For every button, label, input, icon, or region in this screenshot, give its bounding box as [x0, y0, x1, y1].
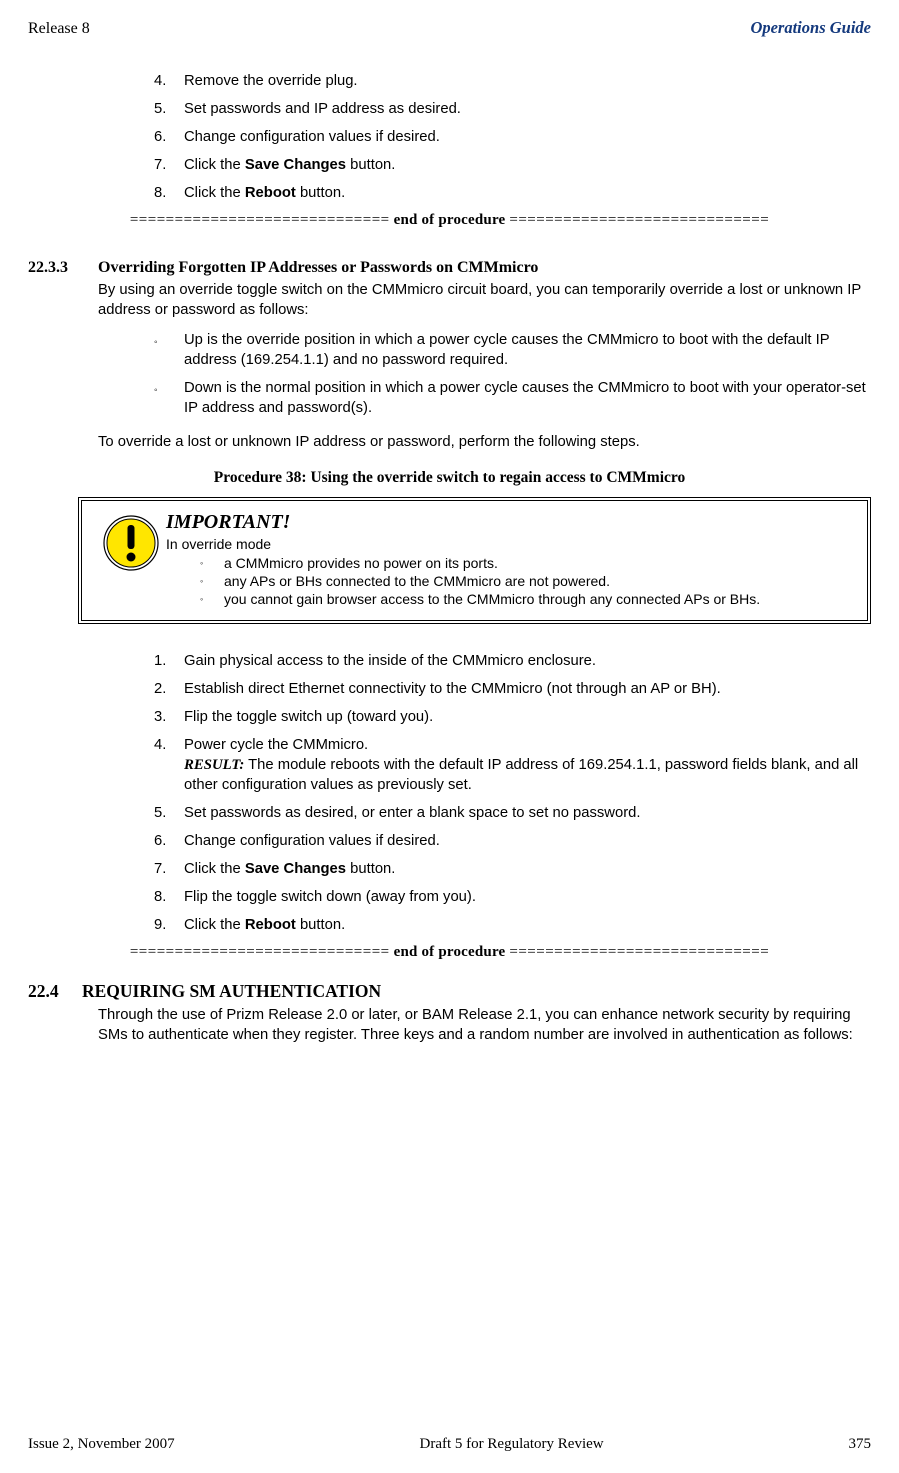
- section-heading-224: 22.4 REQUIRING SM AUTHENTICATION: [28, 981, 871, 1002]
- list-item-text: a CMMmicro provides no power on its port…: [224, 554, 498, 572]
- procedure-step: 3.Flip the toggle switch up (toward you)…: [154, 708, 871, 728]
- step-text: Click the Reboot button.: [184, 184, 345, 204]
- section-intro: By using an override toggle switch on th…: [98, 281, 871, 321]
- step-text: Click the Save Changes button.: [184, 860, 395, 880]
- section-number-224: 22.4: [28, 981, 82, 1002]
- step-number: 4.: [154, 72, 184, 92]
- page-footer: Issue 2, November 2007 Draft 5 for Regul…: [28, 1436, 871, 1453]
- list-item: ◦a CMMmicro provides no power on its por…: [200, 554, 760, 572]
- step-text: Click the Save Changes button.: [184, 156, 395, 176]
- bullet-icon: ◦: [200, 554, 224, 572]
- step-text: Click the Reboot button.: [184, 916, 345, 936]
- important-subtitle: In override mode: [166, 536, 760, 552]
- override-positions-list: ◦Up is the override position in which a …: [154, 331, 871, 419]
- procedure-lead: To override a lost or unknown IP address…: [98, 433, 871, 453]
- list-item-text: you cannot gain browser access to the CM…: [224, 590, 760, 608]
- step-number: 7.: [154, 860, 184, 880]
- section-224-body: Through the use of Prizm Release 2.0 or …: [98, 1006, 871, 1046]
- procedure-step: 4.Remove the override plug.: [154, 72, 871, 92]
- list-item: ◦any APs or BHs connected to the CMMmicr…: [200, 572, 760, 590]
- step-text: Set passwords as desired, or enter a bla…: [184, 804, 641, 824]
- list-item-text: any APs or BHs connected to the CMMmicro…: [224, 572, 610, 590]
- step-number: 9.: [154, 916, 184, 936]
- step-number: 6.: [154, 832, 184, 852]
- step-number: 5.: [154, 804, 184, 824]
- end-of-procedure-2: ============================= end of pro…: [28, 944, 871, 961]
- procedure-step: 9.Click the Reboot button.: [154, 916, 871, 936]
- procedure-step: 5.Set passwords as desired, or enter a b…: [154, 804, 871, 824]
- procedure-step: 7.Click the Save Changes button.: [154, 156, 871, 176]
- step-number: 2.: [154, 680, 184, 700]
- list-item: ◦you cannot gain browser access to the C…: [200, 590, 760, 608]
- step-text: Gain physical access to the inside of th…: [184, 652, 596, 672]
- bullet-icon: ◦: [154, 331, 184, 371]
- important-icon: [96, 511, 166, 609]
- procedure-step: 5.Set passwords and IP address as desire…: [154, 100, 871, 120]
- step-number: 7.: [154, 156, 184, 176]
- important-callout: IMPORTANT! In override mode ◦a CMMmicro …: [78, 497, 871, 625]
- section-title: Overriding Forgotten IP Addresses or Pas…: [98, 259, 538, 277]
- procedure-step: 1.Gain physical access to the inside of …: [154, 652, 871, 672]
- footer-draft: Draft 5 for Regulatory Review: [420, 1436, 604, 1453]
- step-text: Change configuration values if desired.: [184, 128, 440, 148]
- procedure-step: 7.Click the Save Changes button.: [154, 860, 871, 880]
- step-number: 5.: [154, 100, 184, 120]
- step-number: 4.: [154, 736, 184, 796]
- section-title-224: REQUIRING SM AUTHENTICATION: [82, 981, 381, 1002]
- procedure-step: 8.Click the Reboot button.: [154, 184, 871, 204]
- header-release: Release 8: [28, 20, 90, 38]
- procedure-step: 6.Change configuration values if desired…: [154, 128, 871, 148]
- end-of-procedure-1: ============================= end of pro…: [28, 212, 871, 229]
- step-text: Set passwords and IP address as desired.: [184, 100, 461, 120]
- step-text: Remove the override plug.: [184, 72, 358, 92]
- footer-issue: Issue 2, November 2007: [28, 1436, 175, 1453]
- step-number: 6.: [154, 128, 184, 148]
- procedure-list-2: 1.Gain physical access to the inside of …: [28, 652, 871, 936]
- step-text: Change configuration values if desired.: [184, 832, 440, 852]
- step-number: 1.: [154, 652, 184, 672]
- important-text: IMPORTANT! In override mode ◦a CMMmicro …: [166, 511, 760, 609]
- step-number: 8.: [154, 184, 184, 204]
- step-text: Establish direct Ethernet connectivity t…: [184, 680, 721, 700]
- list-item-text: Down is the normal position in which a p…: [184, 379, 871, 419]
- procedure-step: 6.Change configuration values if desired…: [154, 832, 871, 852]
- bullet-icon: ◦: [154, 379, 184, 419]
- procedure-step: 8.Flip the toggle switch down (away from…: [154, 888, 871, 908]
- step-text: Power cycle the CMMmicro.RESULT: The mod…: [184, 736, 871, 796]
- section-heading-2233: 22.3.3 Overriding Forgotten IP Addresses…: [28, 259, 871, 277]
- important-bullet-list: ◦a CMMmicro provides no power on its por…: [166, 554, 760, 609]
- step-number: 3.: [154, 708, 184, 728]
- list-item: ◦Down is the normal position in which a …: [154, 379, 871, 419]
- step-text: Flip the toggle switch up (toward you).: [184, 708, 433, 728]
- important-title: IMPORTANT!: [166, 511, 760, 534]
- footer-page-number: 375: [849, 1436, 872, 1453]
- bullet-icon: ◦: [200, 572, 224, 590]
- section-number: 22.3.3: [28, 259, 98, 277]
- bullet-icon: ◦: [200, 590, 224, 608]
- procedure-title: Procedure 38: Using the override switch …: [28, 469, 871, 487]
- procedure-step: 4.Power cycle the CMMmicro.RESULT: The m…: [154, 736, 871, 796]
- page-header: Release 8 Operations Guide: [28, 18, 871, 38]
- list-item: ◦Up is the override position in which a …: [154, 331, 871, 371]
- header-guide-title: Operations Guide: [750, 18, 871, 38]
- step-number: 8.: [154, 888, 184, 908]
- procedure-list-1: 4.Remove the override plug.5.Set passwor…: [28, 72, 871, 204]
- step-text: Flip the toggle switch down (away from y…: [184, 888, 476, 908]
- list-item-text: Up is the override position in which a p…: [184, 331, 871, 371]
- procedure-step: 2.Establish direct Ethernet connectivity…: [154, 680, 871, 700]
